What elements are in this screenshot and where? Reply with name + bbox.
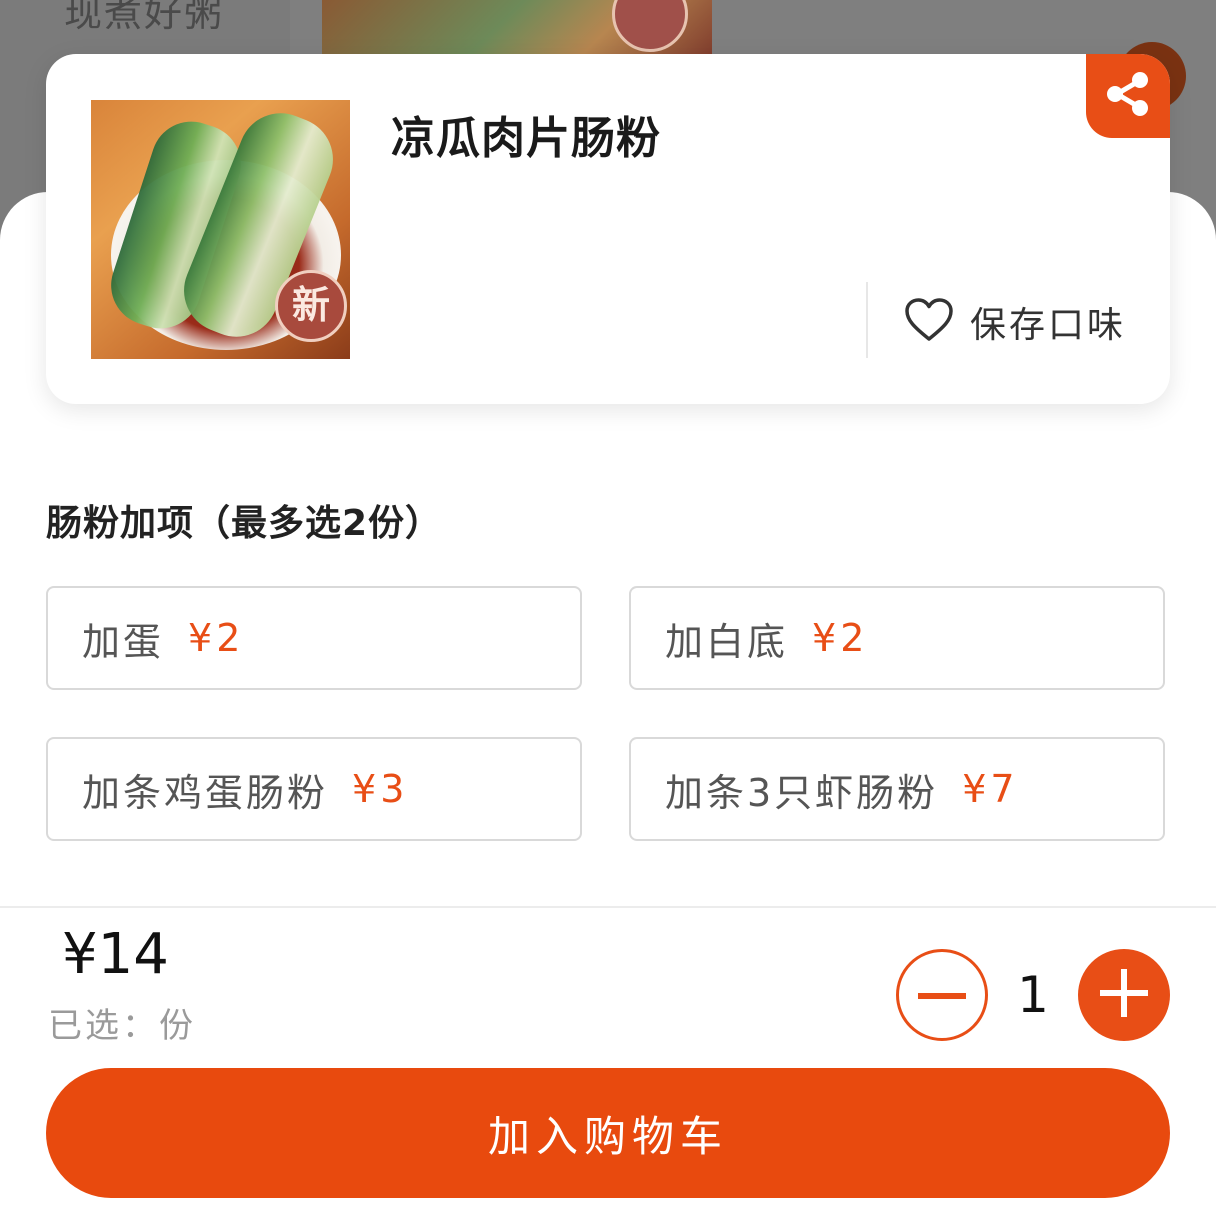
decrease-quantity-button[interactable] [896,949,988,1041]
addon-option-name: 加蛋 [82,619,165,664]
increase-quantity-button[interactable] [1078,949,1170,1041]
footer-divider [0,906,1216,908]
minus-icon [918,986,966,1005]
total-price: ¥14 [62,922,169,987]
product-card: 新 凉瓜肉片肠粉 保存口味 [46,54,1170,404]
add-to-cart-button[interactable]: 加入购物车 [46,1068,1170,1198]
addon-option-name: 加白底 [665,619,789,664]
addon-option-shrimp-roll[interactable]: 加条3只虾肠粉 ¥7 [629,737,1165,841]
addon-option-plain-base[interactable]: 加白底 ¥2 [629,586,1165,690]
addons-section-title: 肠粉加项（最多选2份） [46,503,443,544]
share-icon [1103,69,1153,123]
heart-icon [904,297,954,347]
addon-option-egg[interactable]: 加蛋 ¥2 [46,586,582,690]
divider [866,282,868,358]
addon-option-name: 加条鸡蛋肠粉 [82,770,329,815]
new-badge: 新 [275,270,347,342]
save-flavor-button[interactable]: 保存口味 [904,297,1126,347]
addon-option-name: 加条3只虾肠粉 [665,770,939,815]
save-flavor-label: 保存口味 [970,305,1127,346]
background-product-image [322,0,712,60]
addon-option-price: ¥2 [812,616,869,660]
share-button[interactable] [1086,54,1170,138]
addon-option-price: ¥7 [962,767,1019,811]
selected-summary: 已选：份 [48,1006,196,1046]
addon-option-price: ¥3 [352,767,409,811]
product-image: 新 [91,100,350,359]
product-name: 凉瓜肉片肠粉 [391,113,661,164]
addon-option-price: ¥2 [188,616,245,660]
quantity-value: 1 [1017,966,1049,1024]
background-category-text: 现煮好粥 [64,0,225,35]
addon-option-egg-roll[interactable]: 加条鸡蛋肠粉 ¥3 [46,737,582,841]
plus-icon [1100,969,1148,1021]
